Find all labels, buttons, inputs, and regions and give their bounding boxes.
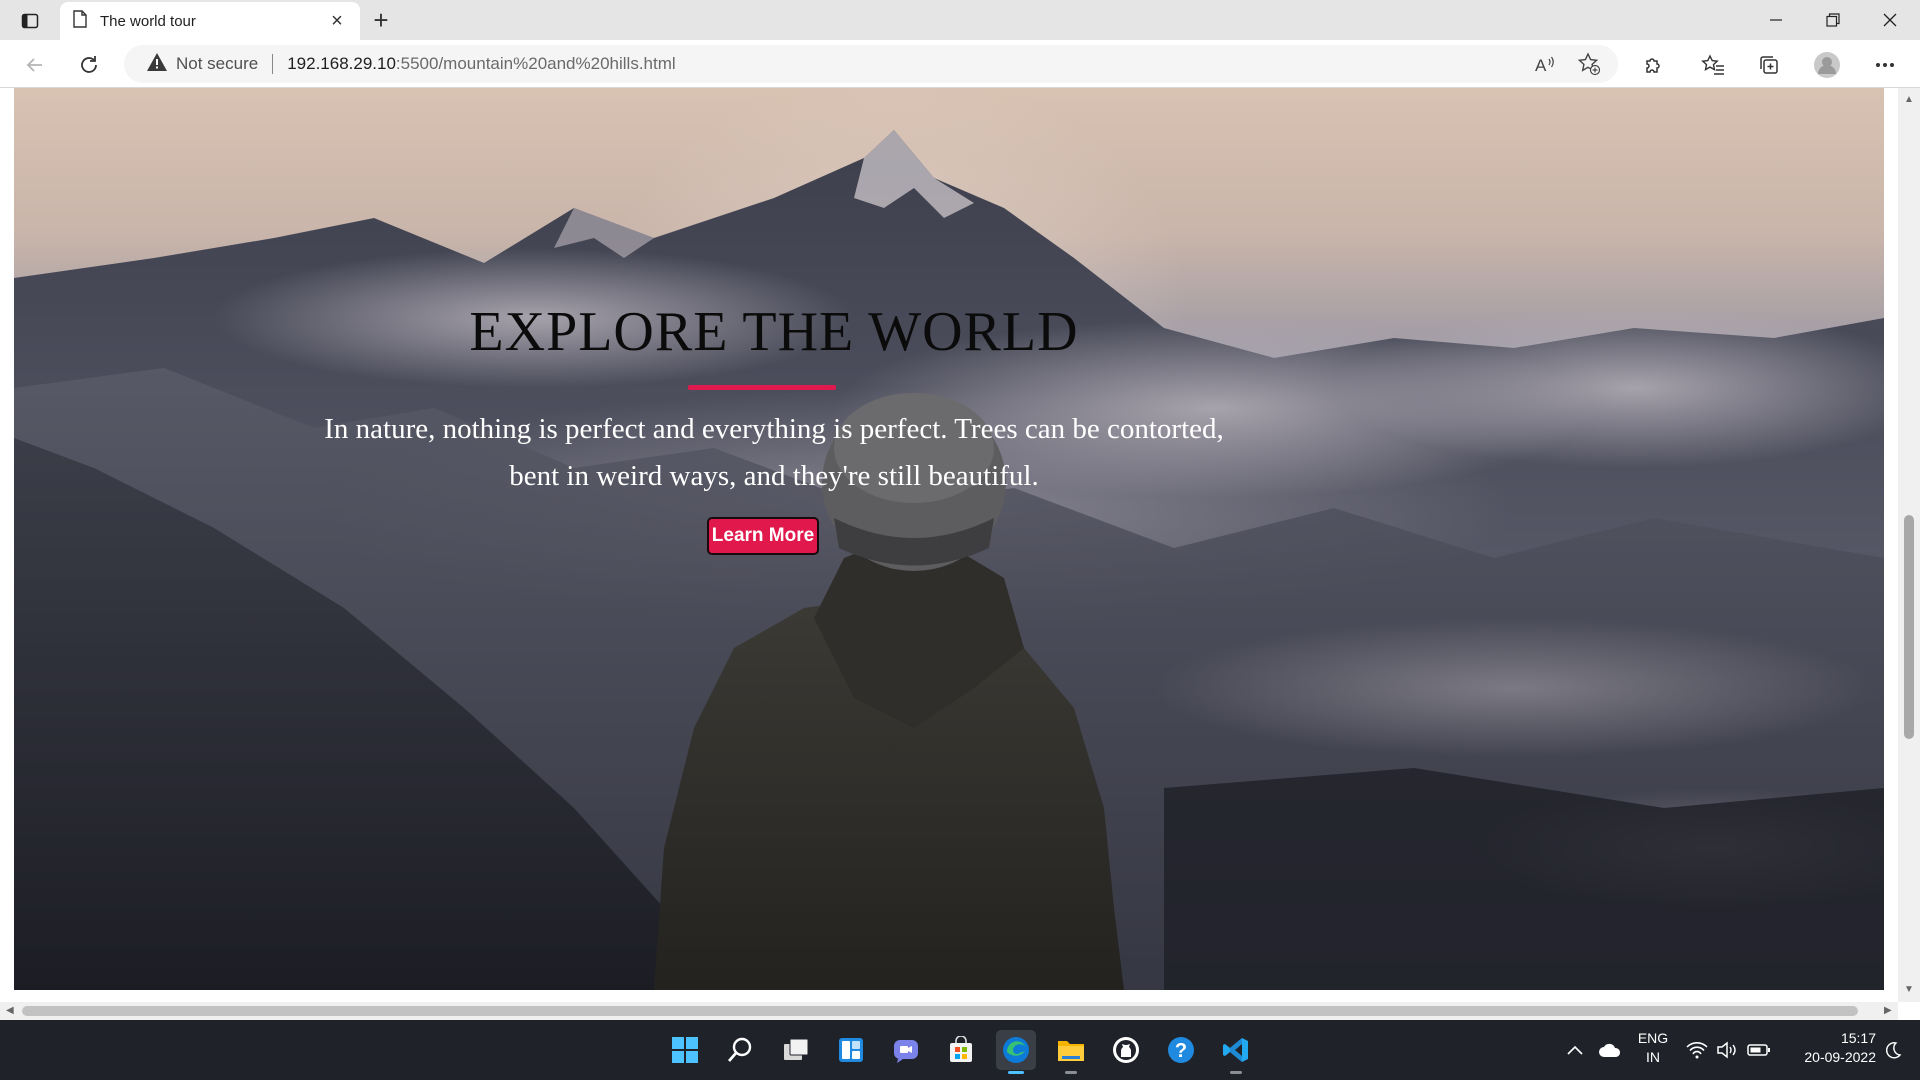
title-underline xyxy=(688,385,836,390)
address-separator xyxy=(272,54,274,74)
collections-icon[interactable] xyxy=(1752,48,1786,82)
favorites-icon[interactable] xyxy=(1696,48,1730,82)
vertical-scroll-thumb[interactable] xyxy=(1904,515,1914,739)
wifi-icon[interactable] xyxy=(1680,1030,1714,1070)
file-explorer-icon[interactable] xyxy=(1051,1030,1091,1074)
hero-content: EXPLORE THE WORLD In nature, nothing is … xyxy=(14,88,1884,990)
restore-button[interactable] xyxy=(1805,0,1861,40)
close-window-button[interactable] xyxy=(1862,0,1918,40)
active-indicator xyxy=(1008,1071,1024,1074)
vertical-scrollbar[interactable]: ▲ ▼ xyxy=(1898,88,1920,1002)
warning-icon[interactable] xyxy=(146,52,168,77)
hero-quote-line-1: In nature, nothing is perfect and everyt… xyxy=(324,413,1224,445)
url-path: :5500/mountain%20and%20hills.html xyxy=(395,54,676,73)
scroll-down-icon[interactable]: ▼ xyxy=(1904,984,1914,995)
learn-more-button[interactable]: Learn More xyxy=(707,517,819,555)
hero-quote: In nature, nothing is perfect and everyt… xyxy=(264,406,1284,500)
github-icon[interactable] xyxy=(1106,1030,1146,1070)
teams-chat-icon[interactable] xyxy=(886,1030,926,1070)
hero-title: EXPLORE THE WORLD xyxy=(469,301,1079,363)
start-icon[interactable] xyxy=(665,1030,705,1070)
store-icon[interactable] xyxy=(941,1030,981,1070)
clock-time: 15:17 xyxy=(1840,1030,1876,1046)
add-favorite-icon[interactable] xyxy=(1574,49,1604,79)
running-indicator xyxy=(1065,1071,1077,1074)
tab-actions-icon[interactable] xyxy=(12,8,48,34)
browser-tab[interactable]: The world tour × xyxy=(60,2,360,40)
tab-title: The world tour xyxy=(100,12,196,30)
refresh-icon[interactable] xyxy=(72,48,106,82)
widgets-icon[interactable] xyxy=(831,1030,871,1070)
horizontal-scrollbar[interactable]: ◀ ▶ xyxy=(0,1002,1898,1020)
chevron-up-icon[interactable] xyxy=(1560,1030,1590,1070)
hero-section: EXPLORE THE WORLD In nature, nothing is … xyxy=(14,88,1884,990)
battery-icon[interactable] xyxy=(1742,1030,1776,1070)
horizontal-scroll-thumb[interactable] xyxy=(22,1006,1858,1016)
running-indicator xyxy=(1230,1071,1242,1074)
help-icon[interactable]: ? xyxy=(1161,1030,1201,1070)
scroll-left-icon[interactable]: ◀ xyxy=(6,1005,14,1016)
close-tab-button[interactable]: × xyxy=(326,11,348,31)
back-icon[interactable] xyxy=(18,48,52,82)
read-aloud-icon[interactable]: A xyxy=(1530,49,1560,79)
address-bar[interactable]: Not secure 192.168.29.10 :5500/mountain%… xyxy=(124,45,1618,83)
hero-quote-line-2: bent in weird ways, and they're still be… xyxy=(509,460,1039,492)
clock[interactable]: 15:17 20-09-2022 xyxy=(1780,1029,1876,1067)
browser-toolbar: Not secure 192.168.29.10 :5500/mountain%… xyxy=(0,40,1920,88)
onedrive-icon[interactable] xyxy=(1592,1030,1628,1070)
new-tab-button[interactable]: + xyxy=(366,6,396,36)
profile-avatar[interactable] xyxy=(1810,48,1844,82)
page-icon xyxy=(72,9,88,33)
language-code: ENG xyxy=(1637,1030,1669,1046)
clock-date: 20-09-2022 xyxy=(1804,1049,1876,1065)
minimize-button[interactable] xyxy=(1748,0,1804,40)
extensions-icon[interactable] xyxy=(1636,48,1670,82)
page-viewport: EXPLORE THE WORLD In nature, nothing is … xyxy=(0,88,1920,1020)
security-label[interactable]: Not secure xyxy=(176,54,258,74)
search-icon[interactable] xyxy=(720,1030,760,1070)
edge-icon[interactable] xyxy=(996,1030,1036,1074)
language-indicator[interactable]: ENG IN xyxy=(1630,1029,1676,1067)
task-view-icon[interactable] xyxy=(776,1030,816,1070)
taskbar: ? ENG IN 15:17 20-09-2022 xyxy=(0,1020,1920,1080)
focus-assist-icon[interactable] xyxy=(1876,1030,1910,1070)
vscode-icon[interactable] xyxy=(1216,1030,1256,1074)
url-host: 192.168.29.10 xyxy=(287,54,396,73)
tab-strip: The world tour × + xyxy=(0,0,1920,40)
more-options-icon[interactable] xyxy=(1868,48,1902,82)
scroll-up-icon[interactable]: ▲ xyxy=(1904,94,1914,105)
svg-text:A: A xyxy=(1535,56,1547,74)
volume-icon[interactable] xyxy=(1710,1030,1744,1070)
language-region: IN xyxy=(1646,1049,1660,1065)
scroll-right-icon[interactable]: ▶ xyxy=(1884,1005,1892,1016)
svg-text:?: ? xyxy=(1175,1040,1187,1062)
